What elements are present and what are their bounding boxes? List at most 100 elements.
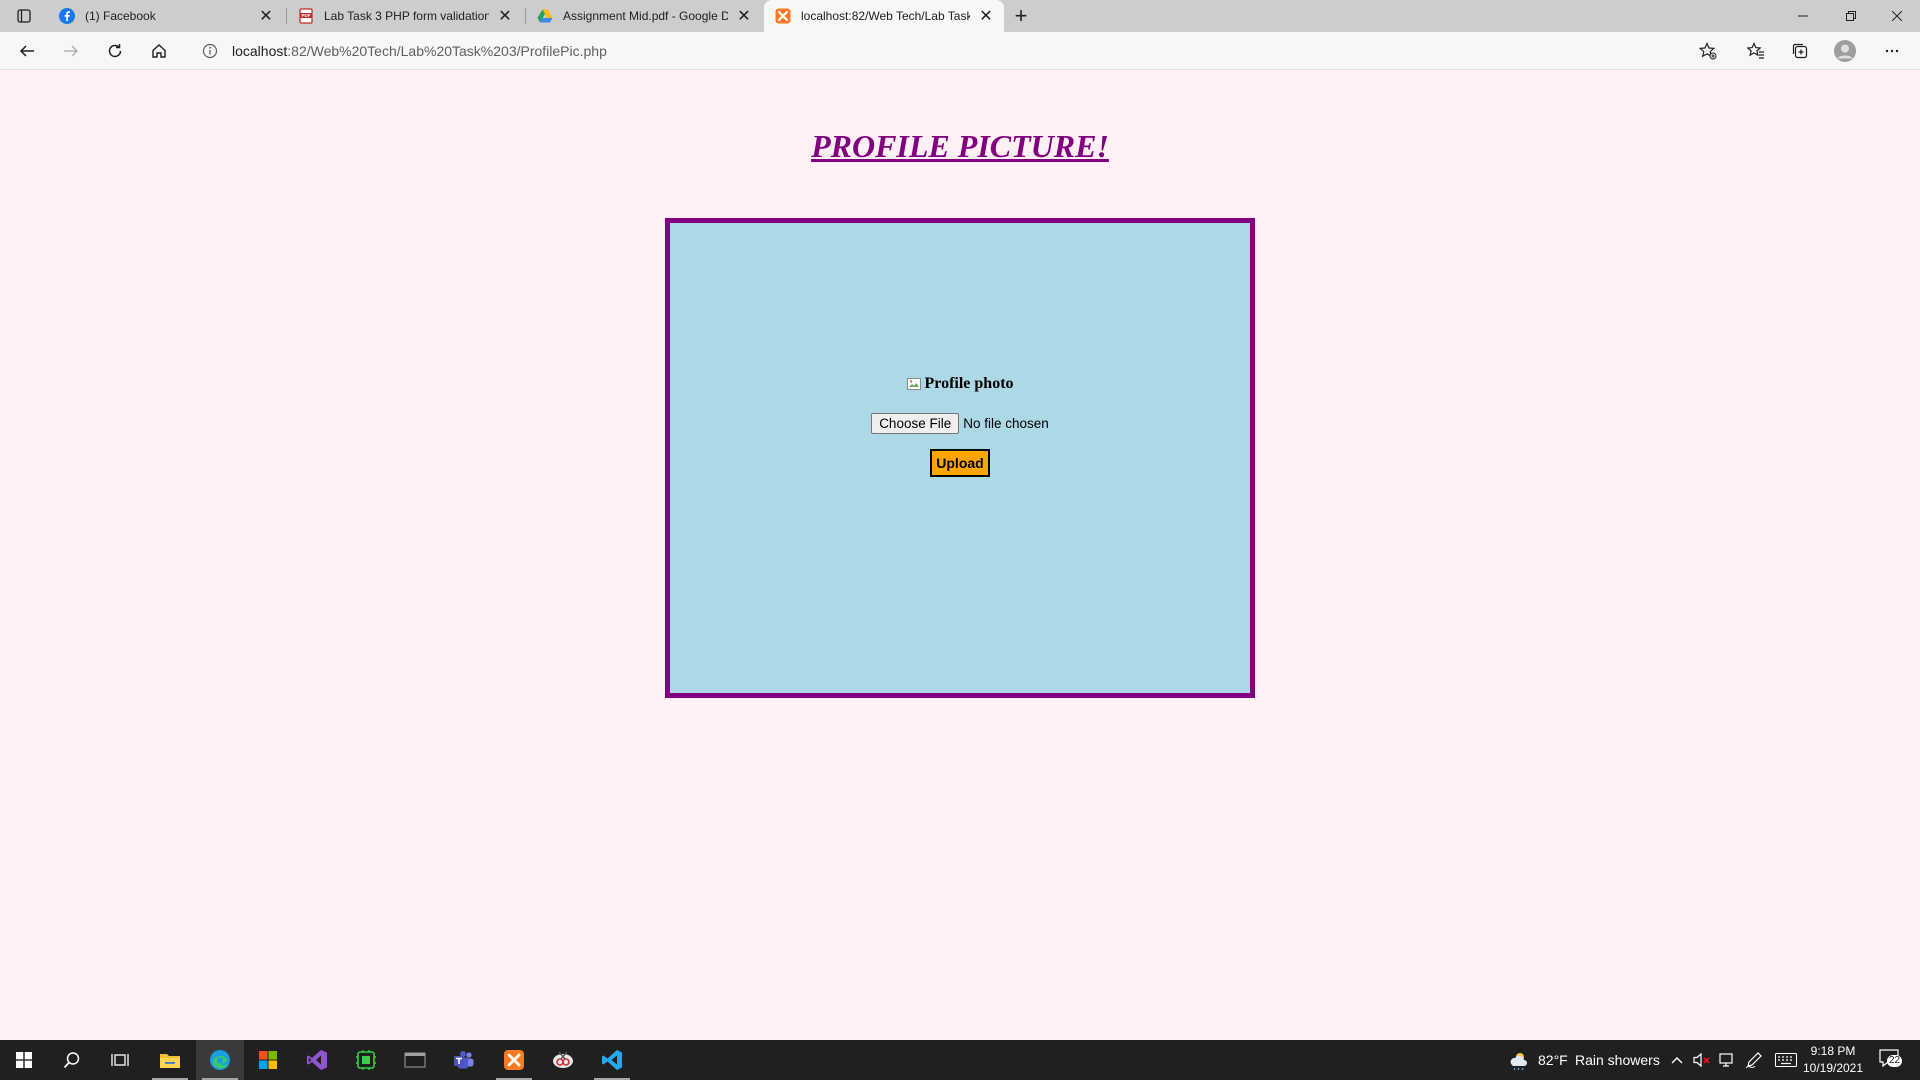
tab-actions-icon bbox=[16, 9, 31, 23]
tab-lab-task-pdf[interactable]: PDF Lab Task 3 PHP form validation F ✕ bbox=[287, 0, 523, 32]
taskbar-visual-studio[interactable] bbox=[293, 1040, 341, 1080]
snipping-tool-icon bbox=[553, 1051, 573, 1068]
choose-file-button[interactable]: Choose File bbox=[871, 413, 960, 434]
browser-toolbar: localhost:82/Web%20Tech/Lab%20Task%203/P… bbox=[0, 32, 1920, 70]
taskbar-edge[interactable] bbox=[196, 1040, 244, 1080]
add-favorite-button[interactable] bbox=[1692, 35, 1724, 67]
search-button[interactable] bbox=[48, 1040, 96, 1080]
file-input[interactable]: Choose File No file chosen bbox=[670, 413, 1250, 434]
restore-icon bbox=[1846, 11, 1856, 21]
close-icon[interactable]: ✕ bbox=[258, 8, 274, 25]
star-add-icon bbox=[1699, 42, 1717, 60]
svg-text:PDF: PDF bbox=[302, 13, 311, 18]
network-icon[interactable] bbox=[1718, 1052, 1736, 1068]
collections-button[interactable] bbox=[1784, 35, 1816, 67]
close-icon[interactable]: ✕ bbox=[978, 8, 994, 25]
more-icon bbox=[1885, 49, 1899, 53]
info-icon[interactable] bbox=[202, 43, 218, 59]
close-icon[interactable]: ✕ bbox=[736, 8, 752, 25]
collections-icon bbox=[1792, 43, 1808, 59]
profile-photo-alt: Profile photo bbox=[924, 375, 1014, 392]
task-view-button[interactable] bbox=[96, 1040, 144, 1080]
new-tab-button[interactable]: + bbox=[1009, 3, 1033, 28]
circuit-board-icon bbox=[356, 1050, 376, 1070]
home-icon bbox=[152, 44, 166, 58]
upload-card: Profile photo Choose File No file chosen… bbox=[665, 218, 1255, 698]
tab-localhost[interactable]: localhost:82/Web Tech/Lab Task ✕ bbox=[764, 0, 1004, 32]
restore-button[interactable] bbox=[1828, 0, 1874, 32]
xampp-icon bbox=[775, 8, 791, 24]
tab-actions-button[interactable] bbox=[0, 0, 47, 32]
home-button[interactable] bbox=[143, 35, 175, 67]
settings-menu-button[interactable] bbox=[1876, 35, 1908, 67]
taskbar-snipping-tool[interactable] bbox=[539, 1040, 587, 1080]
taskbar-ms-store[interactable] bbox=[244, 1040, 292, 1080]
refresh-button[interactable] bbox=[99, 35, 131, 67]
tab-strip: (1) Facebook ✕ PDF Lab Task 3 PHP form v… bbox=[0, 0, 1920, 32]
taskbar-app-green[interactable] bbox=[342, 1040, 390, 1080]
back-arrow-icon bbox=[19, 45, 34, 57]
teams-icon bbox=[454, 1051, 474, 1069]
back-button[interactable] bbox=[11, 35, 43, 67]
clock-date: 10/19/2021 bbox=[1802, 1061, 1864, 1075]
taskbar-file-explorer[interactable] bbox=[146, 1040, 194, 1080]
weather-icon[interactable] bbox=[1508, 1049, 1530, 1071]
address-bar[interactable]: localhost:82/Web%20Tech/Lab%20Task%203/P… bbox=[190, 35, 1730, 67]
clock[interactable]: 9:18 PM 10/19/2021 bbox=[1800, 1043, 1866, 1077]
xampp-icon bbox=[504, 1050, 524, 1070]
broken-image-icon bbox=[907, 378, 922, 390]
plus-icon: + bbox=[1014, 3, 1028, 28]
favorites-icon bbox=[1747, 42, 1764, 59]
forward-button[interactable] bbox=[55, 35, 87, 67]
keyboard-icon[interactable] bbox=[1775, 1053, 1797, 1067]
weather-description[interactable]: Rain showers bbox=[1575, 1052, 1660, 1068]
store-icon bbox=[259, 1051, 277, 1069]
tab-title: localhost:82/Web Tech/Lab Task bbox=[801, 9, 970, 23]
avatar-icon bbox=[1834, 40, 1856, 62]
folder-icon bbox=[160, 1054, 180, 1068]
close-icon[interactable]: ✕ bbox=[497, 8, 513, 25]
notifications-button[interactable]: 22 bbox=[1878, 1048, 1906, 1072]
speaker-muted-icon[interactable] bbox=[1693, 1052, 1711, 1068]
tab-title: Assignment Mid.pdf - Google Dr bbox=[563, 9, 728, 23]
pen-icon[interactable] bbox=[1745, 1051, 1763, 1069]
upload-button[interactable]: Upload bbox=[930, 449, 990, 477]
pdf-icon: PDF bbox=[298, 8, 314, 24]
google-drive-icon bbox=[537, 8, 553, 24]
taskbar-xampp[interactable] bbox=[490, 1040, 538, 1080]
favorites-button[interactable] bbox=[1740, 35, 1772, 67]
profile-photo: Profile photo bbox=[670, 375, 1250, 393]
close-window-button[interactable] bbox=[1874, 0, 1920, 32]
taskbar-terminal[interactable] bbox=[391, 1040, 439, 1080]
profile-button[interactable] bbox=[1829, 35, 1861, 67]
chevron-up-icon[interactable] bbox=[1670, 1054, 1684, 1066]
taskbar-teams[interactable] bbox=[440, 1040, 488, 1080]
tab-title: (1) Facebook bbox=[85, 9, 156, 23]
terminal-icon bbox=[404, 1052, 426, 1068]
url-path: :82/Web%20Tech/Lab%20Task%203/ProfilePic… bbox=[287, 43, 607, 59]
url-host: localhost bbox=[232, 43, 288, 59]
task-view-icon bbox=[111, 1054, 129, 1066]
minimize-button[interactable] bbox=[1780, 0, 1826, 32]
weather-temperature[interactable]: 82°F bbox=[1538, 1052, 1568, 1068]
file-status-text: No file chosen bbox=[963, 416, 1049, 431]
start-button[interactable] bbox=[0, 1040, 48, 1080]
minimize-icon bbox=[1798, 15, 1808, 17]
taskbar: 82°F Rain showers 9:18 PM 10/19/2021 22 bbox=[0, 1040, 1920, 1080]
url-text[interactable]: localhost:82/Web%20Tech/Lab%20Task%203/P… bbox=[232, 43, 607, 59]
forward-arrow-icon bbox=[64, 45, 79, 57]
visual-studio-icon bbox=[307, 1050, 327, 1070]
search-icon bbox=[63, 1052, 80, 1069]
tab-title: Lab Task 3 PHP form validation F bbox=[324, 9, 489, 23]
tab-facebook[interactable]: (1) Facebook ✕ bbox=[48, 0, 284, 32]
close-icon bbox=[1892, 11, 1902, 21]
edge-icon bbox=[210, 1050, 230, 1070]
notification-count: 22 bbox=[1887, 1055, 1903, 1067]
facebook-icon bbox=[59, 8, 75, 24]
clock-time: 9:18 PM bbox=[1810, 1044, 1856, 1058]
vscode-icon bbox=[602, 1050, 622, 1070]
page-title: PROFILE PICTURE! bbox=[811, 128, 1109, 164]
taskbar-vscode[interactable] bbox=[588, 1040, 636, 1080]
refresh-icon bbox=[108, 44, 122, 58]
tab-assignment-mid[interactable]: Assignment Mid.pdf - Google Dr ✕ bbox=[526, 0, 762, 32]
